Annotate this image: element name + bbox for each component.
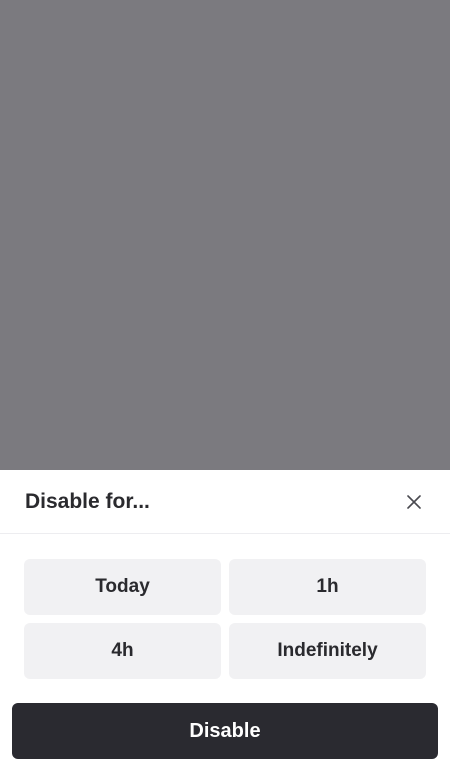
- bottom-sheet: Disable for... Today 1h 4h Indefinitely …: [0, 470, 450, 771]
- sheet-header: Disable for...: [0, 470, 450, 534]
- duration-options: Today 1h 4h Indefinitely: [24, 559, 426, 679]
- option-1h[interactable]: 1h: [229, 559, 426, 615]
- disable-button[interactable]: Disable: [12, 703, 438, 759]
- option-today[interactable]: Today: [24, 559, 221, 615]
- option-4h[interactable]: 4h: [24, 623, 221, 679]
- option-indefinitely[interactable]: Indefinitely: [229, 623, 426, 679]
- sheet-title: Disable for...: [25, 490, 150, 513]
- modal-backdrop[interactable]: [0, 0, 450, 470]
- close-button[interactable]: [402, 490, 426, 514]
- close-icon: [407, 495, 421, 509]
